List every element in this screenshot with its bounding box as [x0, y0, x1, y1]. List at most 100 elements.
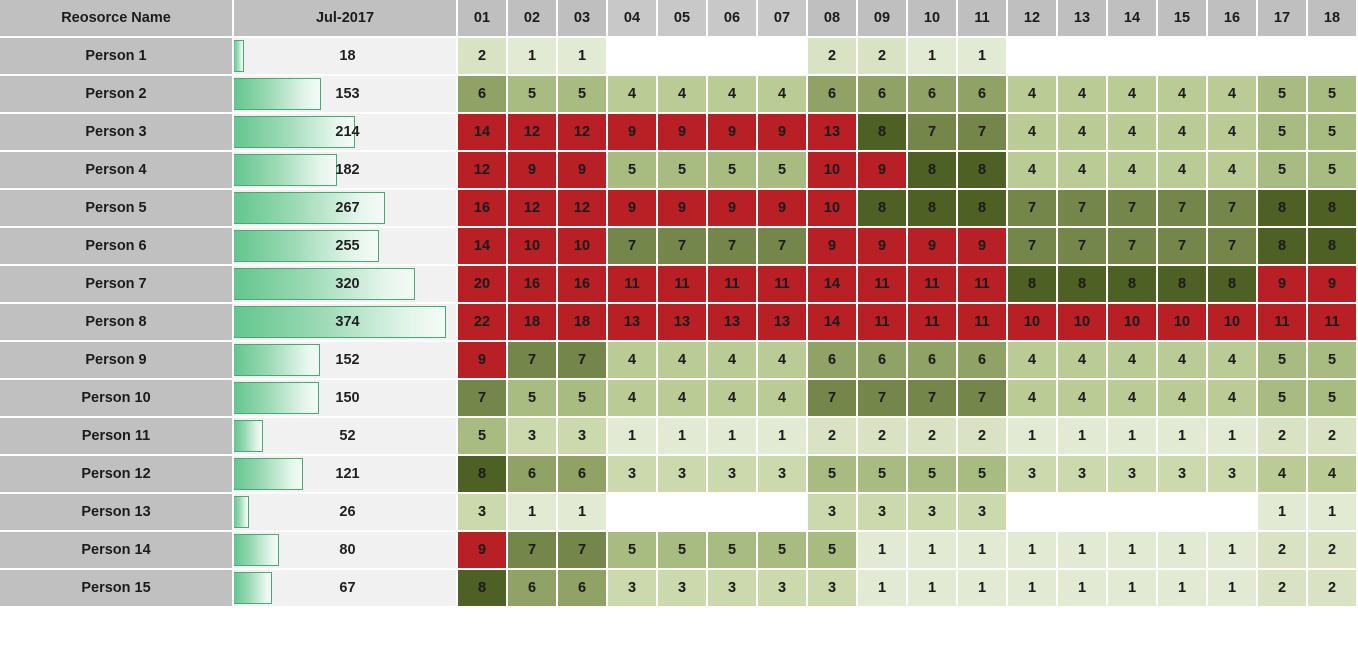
heat-cell[interactable]: 4	[708, 76, 756, 112]
resource-name-cell[interactable]: Person 11	[0, 418, 232, 454]
heat-cell[interactable]: 7	[1008, 228, 1056, 264]
heat-cell[interactable]: 9	[508, 152, 556, 188]
heat-cell[interactable]: 9	[1308, 266, 1356, 302]
heat-cell[interactable]: 1	[858, 532, 906, 568]
heat-cell[interactable]: 3	[858, 494, 906, 530]
heat-cell[interactable]: 14	[808, 304, 856, 340]
heat-cell[interactable]: 6	[458, 76, 506, 112]
heat-cell[interactable]: 3	[908, 494, 956, 530]
heat-cell[interactable]: 3	[608, 456, 656, 492]
heat-cell[interactable]: 2	[808, 418, 856, 454]
resource-name-cell[interactable]: Person 3	[0, 114, 232, 150]
heat-cell[interactable]: 7	[858, 380, 906, 416]
heat-cell[interactable]: 1	[1108, 418, 1156, 454]
column-header-day-17[interactable]: 17	[1258, 0, 1306, 36]
heat-cell[interactable]: 6	[558, 456, 606, 492]
heat-cell[interactable]: 7	[558, 342, 606, 378]
heat-cell[interactable]: 7	[958, 380, 1006, 416]
heat-cell[interactable]: 10	[1058, 304, 1106, 340]
heat-cell[interactable]: 4	[758, 380, 806, 416]
heat-cell[interactable]: 8	[958, 152, 1006, 188]
heat-cell[interactable]: 9	[808, 228, 856, 264]
heat-cell[interactable]: 4	[708, 380, 756, 416]
heat-cell[interactable]: 4	[1008, 380, 1056, 416]
heat-cell[interactable]: 5	[658, 532, 706, 568]
heat-cell-empty[interactable]	[708, 38, 756, 74]
heat-cell[interactable]: 1	[508, 494, 556, 530]
heat-cell-empty[interactable]	[1208, 494, 1256, 530]
heat-cell[interactable]: 6	[808, 76, 856, 112]
heat-cell[interactable]: 5	[508, 380, 556, 416]
heat-cell[interactable]: 1	[1058, 532, 1106, 568]
heat-cell[interactable]: 7	[508, 532, 556, 568]
heat-cell[interactable]: 11	[908, 304, 956, 340]
heat-cell[interactable]: 1	[1308, 494, 1356, 530]
heat-cell[interactable]: 3	[958, 494, 1006, 530]
heat-cell[interactable]: 2	[1258, 532, 1306, 568]
heat-cell[interactable]: 3	[1058, 456, 1106, 492]
heat-cell[interactable]: 4	[1058, 152, 1106, 188]
heat-cell[interactable]: 7	[908, 380, 956, 416]
heat-cell[interactable]: 5	[1258, 380, 1306, 416]
heat-cell[interactable]: 1	[1058, 570, 1106, 606]
heat-cell[interactable]: 5	[508, 76, 556, 112]
heat-cell[interactable]: 5	[958, 456, 1006, 492]
heat-cell[interactable]: 8	[858, 190, 906, 226]
heat-cell[interactable]: 11	[608, 266, 656, 302]
heat-cell[interactable]: 12	[558, 114, 606, 150]
heat-cell[interactable]: 1	[908, 38, 956, 74]
heat-cell[interactable]: 4	[758, 342, 806, 378]
heat-cell[interactable]: 16	[458, 190, 506, 226]
heat-cell[interactable]: 7	[1208, 190, 1256, 226]
column-header-period[interactable]: Jul-2017	[234, 0, 456, 36]
heat-cell[interactable]: 9	[1258, 266, 1306, 302]
heat-cell-empty[interactable]	[1258, 38, 1306, 74]
heat-cell[interactable]: 1	[958, 532, 1006, 568]
column-header-day-13[interactable]: 13	[1058, 0, 1106, 36]
column-header-day-14[interactable]: 14	[1108, 0, 1156, 36]
heat-cell[interactable]: 4	[1208, 114, 1256, 150]
total-databar-cell[interactable]: 374	[234, 304, 456, 340]
column-header-day-18[interactable]: 18	[1308, 0, 1356, 36]
heat-cell[interactable]: 9	[758, 190, 806, 226]
heat-cell-empty[interactable]	[658, 38, 706, 74]
heat-cell[interactable]: 3	[658, 456, 706, 492]
heat-cell-empty[interactable]	[1308, 38, 1356, 74]
heat-cell[interactable]: 4	[1058, 342, 1106, 378]
heat-cell[interactable]: 7	[1158, 228, 1206, 264]
heat-cell[interactable]: 11	[858, 266, 906, 302]
heat-cell[interactable]: 6	[908, 342, 956, 378]
total-databar-cell[interactable]: 52	[234, 418, 456, 454]
heat-cell[interactable]: 22	[458, 304, 506, 340]
resource-name-cell[interactable]: Person 7	[0, 266, 232, 302]
heat-cell[interactable]: 9	[658, 190, 706, 226]
heat-cell[interactable]: 1	[1058, 418, 1106, 454]
total-databar-cell[interactable]: 255	[234, 228, 456, 264]
heat-cell[interactable]: 6	[908, 76, 956, 112]
heat-cell[interactable]: 7	[1058, 228, 1106, 264]
resource-name-cell[interactable]: Person 15	[0, 570, 232, 606]
resource-name-cell[interactable]: Person 2	[0, 76, 232, 112]
heat-cell[interactable]: 8	[458, 456, 506, 492]
heat-cell[interactable]: 3	[1158, 456, 1206, 492]
heat-cell[interactable]: 1	[1008, 532, 1056, 568]
heat-cell[interactable]: 3	[758, 570, 806, 606]
heat-cell[interactable]: 11	[708, 266, 756, 302]
heat-cell[interactable]: 5	[1258, 342, 1306, 378]
heat-cell[interactable]: 4	[1208, 76, 1256, 112]
heat-cell[interactable]: 14	[808, 266, 856, 302]
heat-cell[interactable]: 2	[1308, 418, 1356, 454]
heat-cell[interactable]: 1	[1258, 494, 1306, 530]
heat-cell[interactable]: 3	[1008, 456, 1056, 492]
heat-cell[interactable]: 1	[1108, 570, 1156, 606]
heat-cell[interactable]: 12	[508, 114, 556, 150]
heat-cell[interactable]: 16	[508, 266, 556, 302]
heat-cell-empty[interactable]	[708, 494, 756, 530]
column-header-day-02[interactable]: 02	[508, 0, 556, 36]
heat-cell[interactable]: 6	[858, 342, 906, 378]
resource-name-cell[interactable]: Person 12	[0, 456, 232, 492]
heat-cell[interactable]: 11	[908, 266, 956, 302]
total-databar-cell[interactable]: 67	[234, 570, 456, 606]
heat-cell[interactable]: 2	[958, 418, 1006, 454]
heat-cell[interactable]: 8	[1058, 266, 1106, 302]
